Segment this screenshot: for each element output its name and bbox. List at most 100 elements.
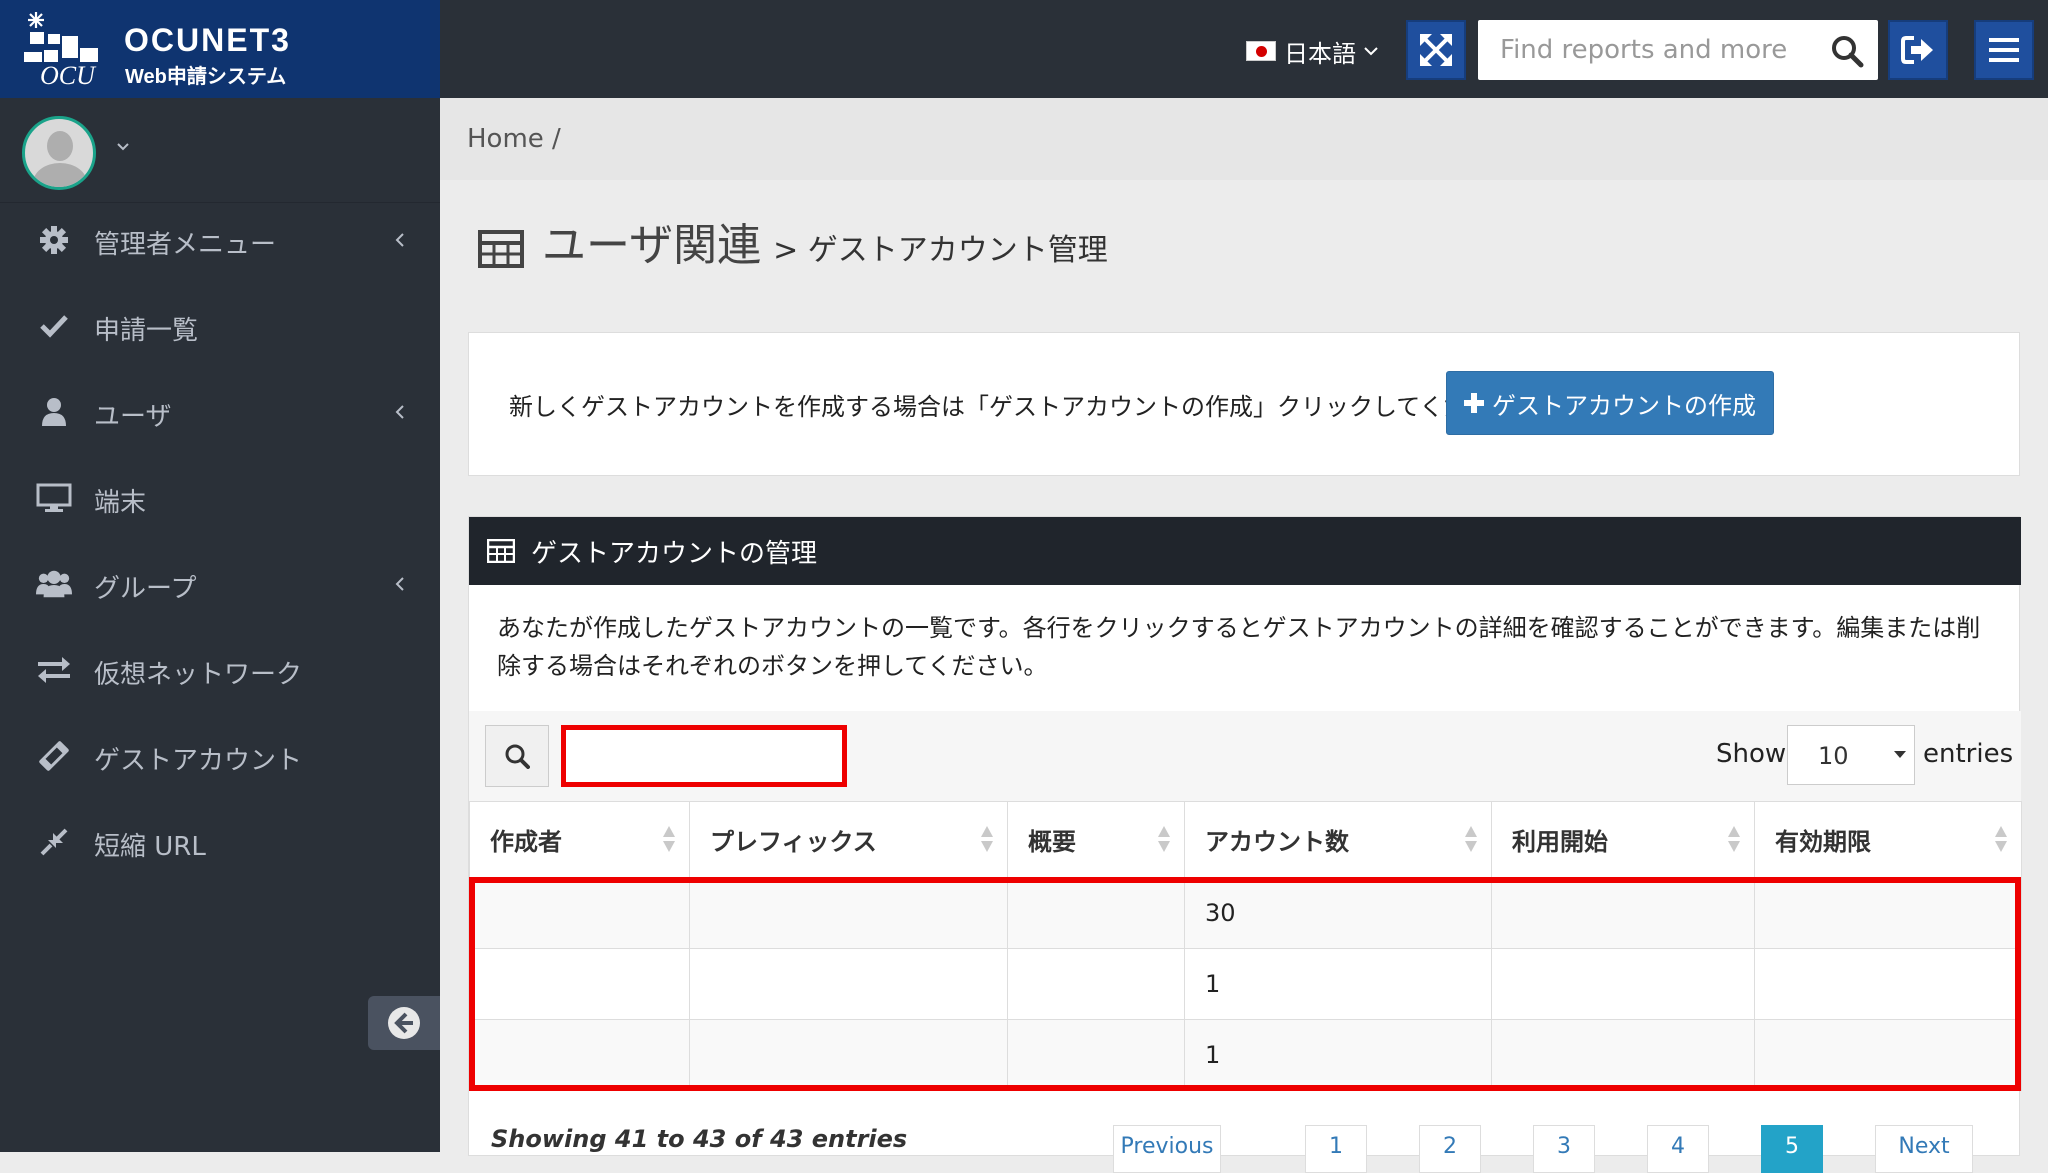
- table-cell: [1754, 1019, 2022, 1091]
- column-header-summary[interactable]: 概要: [1007, 801, 1185, 878]
- table-cell: 1: [1184, 1019, 1492, 1091]
- pagination-page-4[interactable]: 4: [1647, 1125, 1709, 1173]
- avatar[interactable]: [22, 116, 96, 190]
- table-search-input[interactable]: [561, 725, 847, 787]
- sidebar-item-short-url[interactable]: 短縮 URL: [0, 812, 440, 872]
- pagination-page-3[interactable]: 3: [1533, 1125, 1595, 1173]
- table-cell: [469, 1019, 690, 1091]
- sort-icon: [981, 826, 993, 854]
- page-title-sub: > ゲストアカウント管理: [773, 233, 1108, 268]
- sidebar-divider: [0, 202, 440, 203]
- pagination-page-5[interactable]: 5: [1761, 1125, 1823, 1173]
- sidebar-item-applications[interactable]: 申請一覧: [0, 296, 440, 356]
- table-cell: [1491, 948, 1755, 1020]
- info-message: 新しくゲストアカウントを作成する場合は「ゲストアカウントの作成」クリックしてくだ…: [509, 393, 1540, 421]
- user-menu-chevron-icon[interactable]: [116, 140, 130, 154]
- table-cell: 30: [1184, 877, 1492, 949]
- search-icon[interactable]: [1830, 34, 1864, 68]
- table-cell: [689, 1019, 1008, 1091]
- breadcrumb-separator: /: [552, 124, 561, 154]
- panel-title: ゲストアカウントの管理: [531, 538, 818, 569]
- entries-per-page-select[interactable]: 10: [1787, 725, 1915, 785]
- table-header-row: 作成者 プレフィックス 概要 アカウント数 利用開始 有効期限: [469, 801, 2022, 878]
- user-icon: [36, 396, 72, 428]
- chevron-left-icon: [395, 233, 404, 247]
- language-label: 日本語: [1284, 39, 1356, 68]
- logout-button[interactable]: [1888, 20, 1948, 80]
- pagination-page-2[interactable]: 2: [1419, 1125, 1481, 1173]
- japan-flag-icon: [1246, 41, 1276, 61]
- create-button-label: ゲストアカウントの作成: [1492, 391, 1756, 420]
- pagination-page-1[interactable]: 1: [1305, 1125, 1367, 1173]
- table-cell: [689, 948, 1008, 1020]
- table-icon: [478, 230, 524, 268]
- show-label: Show: [1716, 739, 1787, 769]
- entries-label: entries: [1923, 739, 2014, 769]
- sidebar: 管理者メニュー 申請一覧 ユーザ 端末 グループ 仮想ネットワーク ゲストアカウ…: [0, 98, 440, 1152]
- pagination-previous[interactable]: Previous: [1113, 1125, 1221, 1173]
- sidebar-item-admin-menu[interactable]: 管理者メニュー: [0, 210, 440, 270]
- search-icon: [505, 744, 530, 769]
- ticket-icon: [36, 740, 72, 772]
- guest-accounts-table: 作成者 プレフィックス 概要 アカウント数 利用開始 有効期限 30 1 1: [469, 801, 2022, 1091]
- chevron-left-icon: [395, 405, 404, 419]
- table-cell: 1: [1184, 948, 1492, 1020]
- sidebar-item-label: 申請一覧: [94, 316, 199, 346]
- panel-description: あなたが作成したゲストアカウントの一覧です。各行をクリックするとゲストアカウント…: [497, 614, 1981, 680]
- sidebar-item-label: 端末: [94, 488, 147, 518]
- sort-icon: [1465, 826, 1477, 854]
- create-guest-account-button[interactable]: ゲストアカウントの作成: [1446, 371, 1774, 435]
- sidebar-item-label: ユーザ: [94, 402, 172, 432]
- table-cell: [689, 877, 1008, 949]
- sidebar-item-virtual-network[interactable]: 仮想ネットワーク: [0, 640, 440, 700]
- table-cell: [1007, 877, 1185, 949]
- chevron-left-icon: [395, 577, 404, 591]
- sidebar-item-guest-account[interactable]: ゲストアカウント: [0, 726, 440, 786]
- sidebar-item-groups[interactable]: グループ: [0, 554, 440, 614]
- fullscreen-button[interactable]: [1406, 20, 1466, 80]
- plus-icon: [1464, 393, 1484, 413]
- table-cell: [1491, 877, 1755, 949]
- language-selector[interactable]: 日本語: [1246, 36, 1378, 68]
- brand-header[interactable]: OCU OCUNET3 Web申請システム: [0, 0, 440, 98]
- table-info-text: Showing 41 to 43 of 43 entries: [491, 1125, 908, 1153]
- pagination-next[interactable]: Next: [1875, 1125, 1973, 1173]
- table-row[interactable]: 30: [469, 877, 2022, 949]
- table-cell: [1754, 948, 2022, 1020]
- check-icon: [36, 310, 72, 342]
- sort-icon: [1728, 826, 1740, 854]
- entries-select-value: 10: [1818, 742, 1849, 770]
- table-cell: [1754, 877, 2022, 949]
- compress-icon: [36, 826, 72, 858]
- gear-icon: [36, 224, 72, 256]
- exchange-icon: [36, 654, 72, 686]
- table-row[interactable]: 1: [469, 948, 2022, 1020]
- table-cell: [1491, 1019, 1755, 1091]
- table-cell: [469, 948, 690, 1020]
- table-row[interactable]: 1: [469, 1019, 2022, 1091]
- column-header-creator[interactable]: 作成者: [469, 801, 690, 878]
- page-title: ユーザ関連 > ゲストアカウント管理: [478, 224, 1108, 268]
- menu-toggle-button[interactable]: [1974, 20, 2034, 80]
- sidebar-item-label: 管理者メニュー: [94, 230, 277, 260]
- chevron-down-icon: [1364, 47, 1378, 56]
- sidebar-item-devices[interactable]: 端末: [0, 468, 440, 528]
- ocunet-logo-icon: OCU: [24, 12, 98, 90]
- sidebar-collapse-button[interactable]: [368, 996, 440, 1050]
- column-header-account-count[interactable]: アカウント数: [1184, 801, 1492, 878]
- global-search-input[interactable]: [1478, 20, 1808, 80]
- sidebar-item-label: ゲストアカウント: [94, 746, 303, 776]
- sort-icon: [1158, 826, 1170, 854]
- sort-icon: [1995, 826, 2007, 854]
- column-header-start-date[interactable]: 利用開始: [1491, 801, 1755, 878]
- top-navbar: 日本語: [440, 0, 2048, 98]
- column-header-expiry[interactable]: 有効期限: [1754, 801, 2022, 878]
- brand-name: OCUNET3: [124, 22, 291, 58]
- guest-account-panel: ゲストアカウントの管理 あなたが作成したゲストアカウントの一覧です。各行をクリッ…: [468, 516, 2022, 1173]
- sidebar-item-users[interactable]: ユーザ: [0, 382, 440, 442]
- sort-icon: [663, 826, 675, 854]
- column-header-prefix[interactable]: プレフィックス: [689, 801, 1008, 878]
- breadcrumb-home-link[interactable]: Home: [467, 124, 544, 154]
- table-cell: [1007, 1019, 1185, 1091]
- info-card: 新しくゲストアカウントを作成する場合は「ゲストアカウントの作成」クリックしてくだ…: [468, 332, 2020, 476]
